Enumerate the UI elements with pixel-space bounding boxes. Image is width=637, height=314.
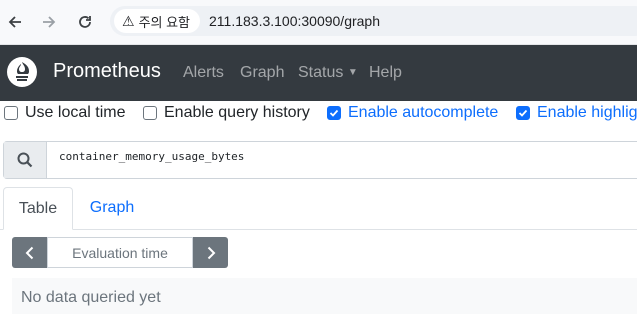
chevron-left-icon xyxy=(25,246,33,259)
highlighting-option[interactable]: Enable highlig xyxy=(516,104,637,122)
evaluation-time-group: Evaluation time xyxy=(12,237,228,268)
brand-title[interactable]: Prometheus xyxy=(53,60,161,83)
eval-prev-button[interactable] xyxy=(12,237,47,268)
navbar: Prometheus Alerts Graph Status ▼ Help xyxy=(0,45,637,101)
query-history-label: Enable query history xyxy=(164,104,310,121)
nav-graph[interactable]: Graph xyxy=(240,64,284,82)
nav-status-dropdown[interactable]: Status ▼ xyxy=(298,64,358,82)
result-area: No data queried yet xyxy=(12,278,637,314)
reload-button[interactable] xyxy=(72,9,98,35)
reload-icon xyxy=(79,16,91,28)
tab-table[interactable]: Table xyxy=(3,187,73,230)
use-local-time-label: Use local time xyxy=(25,104,126,121)
eval-next-button[interactable] xyxy=(193,237,228,268)
use-local-time-checkbox[interactable] xyxy=(4,106,18,120)
expression-input[interactable]: container_memory_usage_bytes xyxy=(47,142,244,178)
options-row: Use local time Enable query history Enab… xyxy=(0,101,637,129)
nav-alerts[interactable]: Alerts xyxy=(183,64,224,82)
checkmark-icon xyxy=(518,109,528,117)
url-text[interactable]: 211.183.3.100:30090/graph xyxy=(209,13,380,29)
use-local-time-option[interactable]: Use local time xyxy=(4,104,125,122)
security-chip[interactable]: ⚠ 주의 요함 xyxy=(114,9,201,33)
arrow-left-icon xyxy=(8,16,21,28)
autocomplete-checkbox[interactable] xyxy=(327,106,341,120)
back-button[interactable] xyxy=(2,9,28,35)
arrow-right-icon xyxy=(43,16,56,28)
browser-toolbar: ⚠ 주의 요함 211.183.3.100:30090/graph xyxy=(0,0,637,45)
no-data-message: No data queried yet xyxy=(21,289,161,306)
tab-graph[interactable]: Graph xyxy=(78,187,146,229)
query-history-option[interactable]: Enable query history xyxy=(143,104,310,122)
nav-help[interactable]: Help xyxy=(369,64,402,82)
prometheus-logo-icon[interactable] xyxy=(7,57,37,87)
query-input-group: container_memory_usage_bytes xyxy=(3,141,637,179)
search-icon xyxy=(17,152,33,168)
nav-status-label: Status xyxy=(298,64,344,81)
security-label: 주의 요함 xyxy=(138,14,191,30)
highlighting-label: Enable highlig xyxy=(537,104,637,121)
autocomplete-label: Enable autocomplete xyxy=(348,104,499,121)
query-history-checkbox[interactable] xyxy=(143,106,157,120)
caret-down-icon: ▼ xyxy=(347,67,358,78)
chevron-right-icon xyxy=(207,246,215,259)
autocomplete-option[interactable]: Enable autocomplete xyxy=(327,104,498,122)
highlighting-checkbox[interactable] xyxy=(516,106,530,120)
checkmark-icon xyxy=(329,109,339,117)
evaluation-time-input[interactable]: Evaluation time xyxy=(47,237,193,268)
forward-button[interactable] xyxy=(36,9,62,35)
warning-icon: ⚠ xyxy=(122,12,135,29)
search-button[interactable] xyxy=(4,142,47,178)
address-bar[interactable]: ⚠ 주의 요함 211.183.3.100:30090/graph xyxy=(110,6,637,36)
result-tabs: Table Graph xyxy=(0,187,637,230)
